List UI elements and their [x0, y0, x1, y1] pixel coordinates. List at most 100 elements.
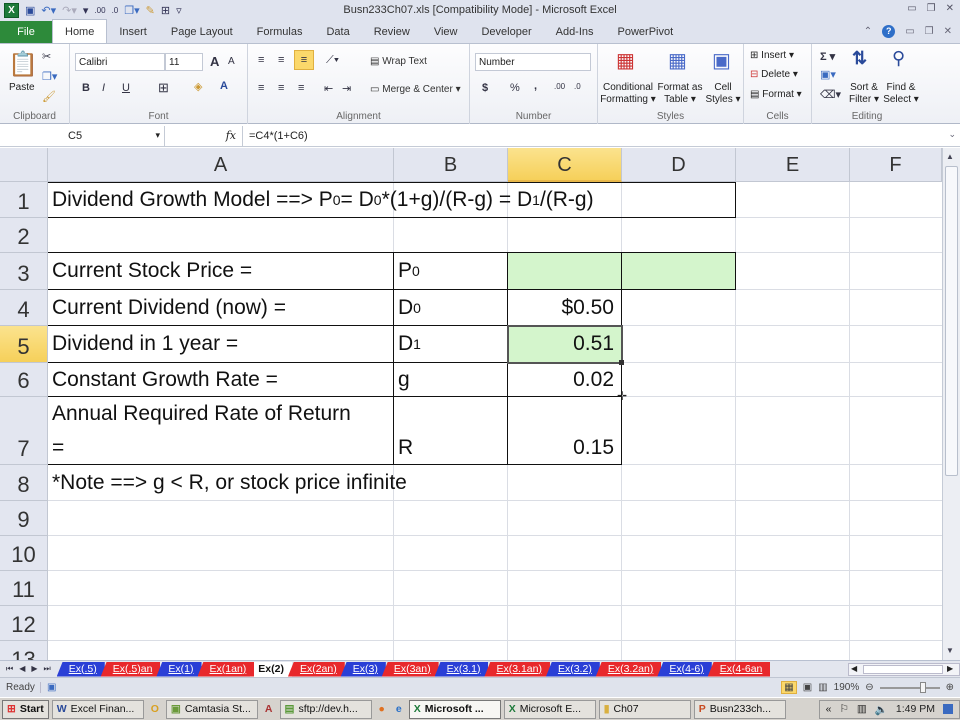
number-format-select[interactable]: Number [475, 53, 591, 71]
row-header-12[interactable]: 12 [0, 606, 48, 641]
scroll-down-icon[interactable]: ▼ [946, 646, 954, 655]
zoom-out-icon[interactable]: ⊖ [865, 682, 873, 693]
fill-color-icon[interactable]: ◈ [194, 80, 202, 93]
row-header-13[interactable]: 13 [0, 641, 48, 660]
next-sheet-icon[interactable]: ▶ [31, 664, 37, 674]
cell-b4[interactable]: D0 [394, 290, 425, 325]
tab-add-ins[interactable]: Add-Ins [544, 21, 606, 43]
insert-function-button[interactable]: fx [165, 125, 243, 146]
cell-b7[interactable]: R [394, 432, 417, 464]
vertical-scroll-thumb[interactable] [945, 166, 958, 476]
column-header-e[interactable]: E [736, 148, 850, 182]
sheet-tab[interactable]: Ex(2an) [287, 661, 345, 677]
insert-cells-button[interactable]: ⊞ Insert ▾ [750, 50, 794, 61]
sheet-tab[interactable]: Ex(3.2) [545, 661, 600, 677]
cell-a8[interactable]: *Note ==> g < R, or stock price infinite [48, 465, 411, 500]
sort-filter-icon[interactable]: ⇅ [852, 48, 867, 69]
increase-indent-icon[interactable]: ⇥ [342, 82, 351, 95]
taskbar-item[interactable]: ▮ Ch07 [598, 699, 691, 719]
align-bottom-icon[interactable]: ≡ [294, 50, 314, 70]
cell-b6[interactable]: g [394, 363, 414, 396]
sheet-tab[interactable]: Ex(3.2an) [595, 661, 662, 677]
percent-button[interactable]: % [510, 82, 520, 94]
volume-icon[interactable]: 🔈 [875, 703, 888, 716]
taskbar-item[interactable]: ▣ Camtasia St... [165, 699, 258, 719]
font-name-select[interactable]: Calibri [75, 53, 165, 71]
minimize-ribbon-icon[interactable]: ⌃ [864, 26, 872, 37]
taskbar-item[interactable]: ▤ sftp://dev.h... [279, 699, 372, 719]
tray-expand-icon[interactable]: « [826, 703, 832, 715]
cell-c4[interactable]: $0.50 [508, 290, 618, 325]
prev-sheet-icon[interactable]: ◀ [19, 664, 25, 674]
italic-button[interactable]: I [102, 82, 105, 94]
column-header-c[interactable]: C [508, 148, 622, 182]
align-middle-icon[interactable]: ≡ [278, 54, 284, 66]
paste-icon[interactable]: 📋 [8, 50, 38, 79]
minimize-icon[interactable]: ▭ [907, 3, 916, 14]
row-header-4[interactable]: 4 [0, 290, 48, 326]
zoom-in-icon[interactable]: ⊕ [946, 682, 954, 693]
name-box[interactable]: C5 ▾ [0, 125, 165, 146]
restore-icon[interactable]: ❐ [927, 3, 936, 14]
tab-developer[interactable]: Developer [469, 21, 543, 43]
cell-a7-line1[interactable]: Annual Required Rate of Return [48, 398, 355, 430]
taskbar-item[interactable]: A [261, 700, 277, 719]
cell-b3[interactable]: P0 [394, 253, 424, 289]
tab-home[interactable]: Home [52, 19, 108, 43]
format-painter-icon[interactable]: 🖌 [42, 90, 56, 103]
column-header-b[interactable]: B [394, 148, 508, 182]
format-as-table-button[interactable]: Format as Table ▾ [656, 82, 704, 106]
grow-font-icon[interactable]: A [210, 54, 219, 69]
fill-handle[interactable] [619, 360, 624, 365]
network-icon[interactable]: ▥ [857, 703, 867, 715]
row-header-8[interactable]: 8 [0, 465, 48, 501]
help-icon[interactable]: ? [882, 25, 896, 38]
cell-styles-icon[interactable]: ▣ [712, 48, 731, 73]
tab-powerpivot[interactable]: PowerPivot [606, 21, 686, 43]
clear-icon[interactable]: ⌫▾ [820, 88, 841, 101]
row-header-6[interactable]: 6 [0, 363, 48, 397]
row-header-2[interactable]: 2 [0, 218, 48, 253]
cell-c6[interactable]: 0.02 [508, 363, 618, 396]
format-cells-button[interactable]: ▤ Format ▾ [750, 89, 802, 100]
taskbar-item[interactable]: X Microsoft E... [503, 699, 596, 719]
decrease-indent-icon[interactable]: ⇤ [324, 82, 333, 95]
sheet-tab[interactable]: Ex(3.1an) [484, 661, 550, 677]
align-top-icon[interactable]: ≡ [258, 54, 264, 66]
row-header-7[interactable]: 7 [0, 397, 48, 465]
close-icon[interactable]: ✕ [946, 3, 954, 14]
sheet-tab[interactable]: Ex(.5) [56, 661, 105, 677]
flag-icon[interactable]: ⚐ [839, 703, 848, 715]
formula-input[interactable]: =C4*(1+C6) [243, 130, 308, 142]
vertical-scrollbar[interactable]: ▲ ▼ [942, 148, 960, 660]
align-right-icon[interactable]: ≡ [298, 82, 304, 94]
scroll-left-icon[interactable]: ◀ [851, 664, 857, 673]
cell-b5[interactable]: D1 [394, 326, 425, 362]
sheet-tab[interactable]: Ex(3an) [381, 661, 439, 677]
horizontal-scroll-thumb[interactable] [863, 665, 943, 674]
page-layout-view-icon[interactable]: ▣ [803, 682, 812, 693]
cell-c7[interactable]: 0.15 [508, 432, 618, 464]
cell-a7-line2[interactable]: = [48, 432, 68, 464]
sheet-tab[interactable]: Ex(1) [156, 661, 202, 677]
cell-c5[interactable]: 0.51 [508, 326, 618, 362]
page-break-view-icon[interactable]: ▥ [818, 682, 827, 693]
increase-decimal-icon[interactable]: .00 [554, 82, 565, 91]
conditional-formatting-icon[interactable]: ▦ [616, 48, 635, 73]
column-header-d[interactable]: D [622, 148, 736, 182]
zoom-level[interactable]: 190% [834, 682, 860, 693]
expand-formula-bar-icon[interactable]: ⌄ [948, 129, 956, 140]
select-all-button[interactable] [0, 148, 48, 182]
find-select-icon[interactable]: ⚲ [892, 48, 905, 69]
fill-icon[interactable]: ▣▾ [820, 68, 836, 81]
zoom-slider[interactable] [879, 681, 940, 693]
cell-a3[interactable]: Current Stock Price = [48, 253, 256, 289]
tab-file[interactable]: File [0, 21, 52, 43]
paste-button[interactable]: Paste [9, 82, 35, 93]
tab-page-layout[interactable]: Page Layout [159, 21, 245, 43]
delete-cells-button[interactable]: ⊟ Delete ▾ [750, 69, 798, 80]
cell-a1[interactable]: Dividend Growth Model ==> P0 = D 0 *(1+g)/… [48, 182, 598, 217]
sheet-tab[interactable]: Ex(3) [340, 661, 386, 677]
tab-view[interactable]: View [422, 21, 470, 43]
decrease-decimal-icon[interactable]: .0 [574, 82, 581, 91]
